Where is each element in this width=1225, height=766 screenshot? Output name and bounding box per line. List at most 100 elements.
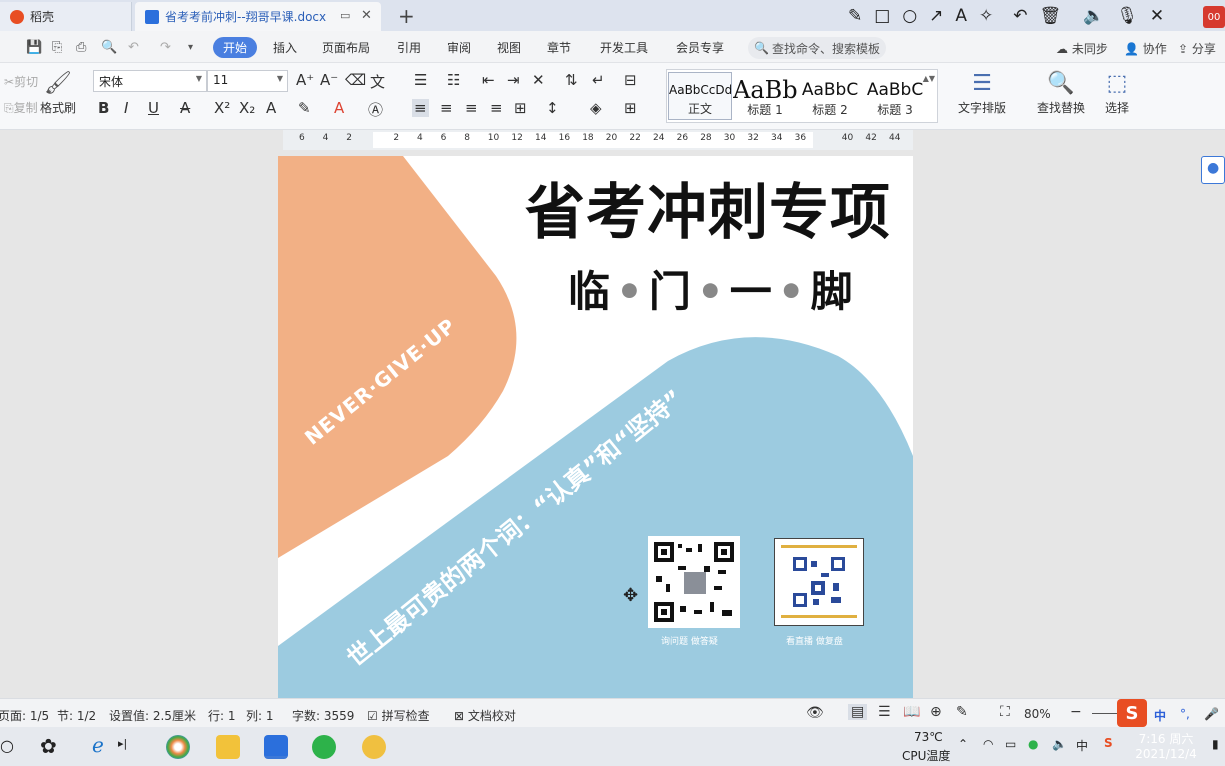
system-clock[interactable]: 7:16 周六 2021/12/4 xyxy=(1128,730,1204,761)
write-view-icon[interactable]: ✎ xyxy=(956,704,968,720)
text-effect-icon[interactable]: A xyxy=(266,99,276,117)
battery-icon[interactable]: ▭ xyxy=(1005,737,1016,751)
line-spacing-icon[interactable]: ↕ xyxy=(546,99,559,117)
undo-draw-icon[interactable]: ↶ xyxy=(1013,6,1027,26)
ime-voice-icon[interactable]: 🎤 xyxy=(1204,707,1219,721)
style-scroll-icon[interactable]: ▲▼ xyxy=(923,74,935,83)
align-left-icon[interactable]: ≡ xyxy=(412,99,429,117)
tab-document[interactable]: 省考考前冲刺--翔哥早课.docx ▭ ✕ xyxy=(135,2,381,31)
menu-developer[interactable]: 开发工具 xyxy=(600,39,648,56)
status-word-count[interactable]: 字数: 3559 xyxy=(292,707,354,724)
wechat-icon[interactable] xyxy=(312,735,336,759)
bullet-list-icon[interactable]: ☰ xyxy=(414,71,427,89)
status-page[interactable]: 页面: 1/5 xyxy=(0,707,49,724)
distributed-icon[interactable]: ⊞ xyxy=(514,99,527,117)
task-view-icon[interactable]: ✿ xyxy=(40,734,57,758)
notification-icon[interactable]: ▮ xyxy=(1212,737,1219,751)
doc-proof-button[interactable]: ⊠ 文档校对 xyxy=(454,707,516,724)
collab-button[interactable]: 👤 协作 xyxy=(1124,40,1167,57)
increase-indent-icon[interactable]: ⇥ xyxy=(507,71,520,89)
redo-icon[interactable]: ↷ xyxy=(160,40,171,55)
sort-icon[interactable]: ⇅ xyxy=(565,71,578,89)
wps-writer-icon[interactable] xyxy=(264,735,288,759)
underline-icon[interactable]: U xyxy=(148,99,159,117)
menu-review[interactable]: 审阅 xyxy=(447,39,471,56)
speaker-icon[interactable]: 🔈 xyxy=(1083,6,1104,26)
style-heading-3[interactable]: AaBbC 标题 3 xyxy=(863,72,927,120)
italic-icon[interactable]: I xyxy=(124,99,128,117)
menu-home[interactable]: 开始 xyxy=(213,37,257,58)
format-painter-button[interactable]: 🖌 格式刷 xyxy=(40,69,76,116)
font-name-select[interactable]: 宋体 ▼ xyxy=(93,70,207,92)
subscript-icon[interactable]: X₂ xyxy=(239,99,255,117)
share-button[interactable]: ⇪ 分享 xyxy=(1178,40,1216,57)
menu-view[interactable]: 视图 xyxy=(497,39,521,56)
shading-icon[interactable]: ◈ xyxy=(590,99,602,117)
rectangle-icon[interactable]: □ xyxy=(874,6,890,26)
spell-check-button[interactable]: ☑ 拼写检查 xyxy=(367,707,430,724)
sync-status[interactable]: ☁ 未同步 xyxy=(1056,40,1108,57)
wechat-tray-icon[interactable]: ● xyxy=(1028,737,1038,751)
shrink-font-icon[interactable]: A⁻ xyxy=(320,71,338,89)
menu-page-layout[interactable]: 页面布局 xyxy=(322,39,370,56)
web-view-icon[interactable]: ⊕ xyxy=(930,704,942,720)
new-tab-button[interactable]: + xyxy=(398,4,415,28)
fit-page-icon[interactable]: ⛶ xyxy=(1000,704,1010,720)
numbered-list-icon[interactable]: ☷ xyxy=(447,71,460,89)
tray-expand-icon[interactable]: ⌃ xyxy=(958,737,968,751)
wifi-icon[interactable]: ◠ xyxy=(983,737,993,751)
cut-button[interactable]: ✂剪切 xyxy=(4,73,38,90)
user-badge[interactable]: 00 xyxy=(1203,6,1225,28)
ime-chinese-mode[interactable]: 中 xyxy=(1154,707,1166,724)
reading-view-icon[interactable]: 📖 xyxy=(903,704,920,720)
menu-member[interactable]: 会员专享 xyxy=(676,39,724,56)
magic-wand-icon[interactable]: ✧ xyxy=(979,6,993,26)
borders-icon[interactable]: ⊞ xyxy=(624,99,637,117)
game-app-icon[interactable] xyxy=(362,735,386,759)
grow-font-icon[interactable]: A⁺ xyxy=(296,71,314,89)
chinese-layout-icon[interactable]: ✕ xyxy=(532,71,545,89)
copy-button[interactable]: ⎘复制 xyxy=(4,99,38,116)
file-explorer-icon[interactable] xyxy=(216,735,240,759)
export-icon[interactable]: ⎘ xyxy=(52,40,62,55)
command-search-box[interactable]: 🔍 查找命令、搜索模板 xyxy=(748,37,886,59)
ie-browser-icon[interactable]: ℯ xyxy=(92,733,104,757)
decrease-indent-icon[interactable]: ⇤ xyxy=(482,71,495,89)
phonetic-icon[interactable]: 文 xyxy=(370,71,385,92)
search-icon[interactable]: ○ xyxy=(0,736,14,755)
volume-icon[interactable]: 🔈 xyxy=(1052,737,1067,751)
menu-insert[interactable]: 插入 xyxy=(273,39,297,56)
page-view-icon[interactable]: ▤ xyxy=(848,704,868,720)
justify-icon[interactable]: ≡ xyxy=(490,99,503,117)
ie-jumplist-icon[interactable]: ▸| xyxy=(118,737,127,750)
status-setting[interactable]: 设置值: 2.5厘米 xyxy=(109,707,196,724)
menu-references[interactable]: 引用 xyxy=(397,39,421,56)
font-size-select[interactable]: 11 ▼ xyxy=(207,70,288,92)
style-heading-1[interactable]: AaBb 标题 1 xyxy=(733,72,797,120)
style-normal[interactable]: AaBbCcDd 正文 xyxy=(668,72,732,120)
zoom-level[interactable]: 80% xyxy=(1024,707,1051,721)
menu-chapter[interactable]: 章节 xyxy=(547,39,571,56)
location-pin-icon[interactable]: ● xyxy=(1201,156,1225,184)
font-color-icon[interactable]: A xyxy=(334,99,344,117)
float-window-icon[interactable]: ▭ xyxy=(340,9,350,22)
chrome-like-browser-icon[interactable] xyxy=(166,735,190,759)
pen-icon[interactable]: ✎ xyxy=(848,6,862,26)
close-tools-icon[interactable]: ✕ xyxy=(1150,6,1164,26)
zoom-out-icon[interactable]: − xyxy=(1070,704,1082,720)
microphone-icon[interactable]: 🎙 xyxy=(1116,6,1138,26)
superscript-icon[interactable]: X² xyxy=(214,99,230,117)
sogou-ime-icon[interactable]: S xyxy=(1117,699,1147,727)
tab-stops-icon[interactable]: ⊟ xyxy=(624,71,637,89)
save-icon[interactable]: 💾 xyxy=(26,40,42,55)
strikethrough-icon[interactable]: A xyxy=(180,99,190,117)
style-heading-2[interactable]: AaBbC 标题 2 xyxy=(798,72,862,120)
document-page[interactable]: 省考冲刺专项 临•门•一•脚 NEVER·GIVE·UP 世上最可贵的两个词：“… xyxy=(278,156,913,698)
text-tool-icon[interactable]: A xyxy=(955,6,967,26)
horizontal-ruler[interactable]: 6 4 2 2 4 6 8 10 12 14 16 18 20 22 24 26 28 30 32 34 36 40 42 4… xyxy=(283,130,913,150)
align-right-icon[interactable]: ≡ xyxy=(465,99,478,117)
quick-access-more-icon[interactable]: ▾ xyxy=(188,42,193,53)
select-button[interactable]: ⬚ 选择 xyxy=(1105,69,1129,116)
tray-ime-label[interactable]: 中 xyxy=(1076,737,1088,754)
outline-view-icon[interactable]: ☰ xyxy=(878,704,891,720)
